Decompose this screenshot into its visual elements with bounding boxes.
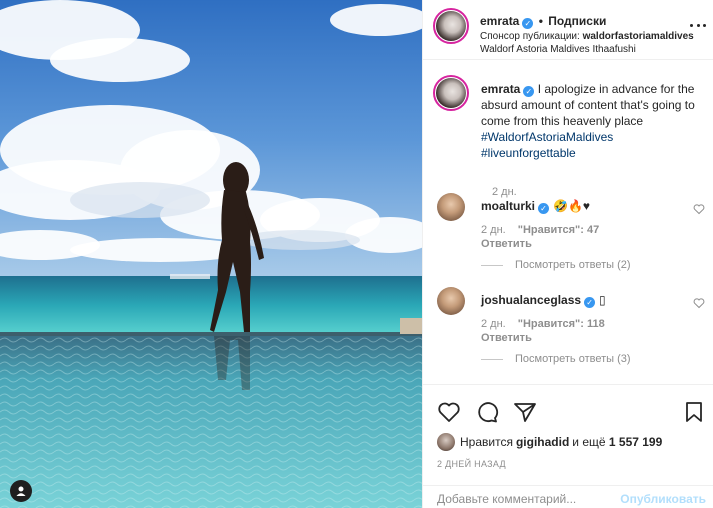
view-replies-button[interactable]: Посмотреть ответы (3) (481, 353, 631, 365)
commenter-username[interactable]: moalturki (481, 199, 535, 213)
verified-badge-icon: ✓ (538, 203, 550, 214)
post-photo[interactable] (0, 0, 422, 508)
post-date: 2 ДНЕЙ НАЗАД (437, 459, 506, 469)
like-comment-heart-icon[interactable] (693, 203, 705, 215)
dot-separator: • (538, 14, 543, 28)
more-options-icon (690, 23, 693, 27)
comment-timestamp: 2 дн. (481, 224, 506, 236)
comment-likes-count[interactable]: "Нравится": 118 (518, 318, 605, 330)
post-actions: Нравится gigihadid и ещё 1 557 199 2 ДНЕ… (423, 384, 713, 508)
reply-button[interactable]: Ответить (481, 332, 605, 344)
author-avatar[interactable] (433, 8, 469, 44)
more-options-dot (703, 23, 706, 27)
comment-timestamp: 2 дн. (481, 318, 506, 330)
view-replies-label: Посмотреть ответы (3) (515, 353, 631, 365)
comment-meta: 2 дн. "Нравится": 118 Ответить (481, 318, 605, 344)
comment-meta: 2 дн. "Нравится": 47 Ответить (481, 224, 599, 250)
hashtag-link[interactable]: #liveunforgettable (481, 146, 576, 160)
verified-badge-icon: ✓ (523, 86, 535, 97)
comment-text: moalturki ✓ 🤣🔥♥ (481, 199, 590, 214)
view-replies-label: Посмотреть ответы (2) (515, 259, 631, 271)
likes-summary: Нравится gigihadid и ещё 1 557 199 (437, 433, 662, 451)
share-send-icon[interactable] (513, 401, 537, 423)
like-heart-icon[interactable] (437, 401, 461, 423)
caption-text: emrata ✓ I apologize in advance for the a… (481, 81, 706, 161)
post-side-panel: emrata ✓ • Подписки Спонсор публикации: w… (422, 0, 713, 508)
tagged-users-button[interactable] (10, 480, 32, 502)
add-comment-bar: Опубликовать (423, 485, 713, 508)
likes-prefix: Нравится (460, 435, 513, 449)
header-user-line: emrata ✓ • Подписки (480, 14, 606, 29)
bookmark-icon (686, 402, 702, 422)
like-comment-heart-icon[interactable] (693, 297, 705, 309)
comment-text: joshualanceglass ✓ ▯ (481, 293, 606, 308)
commenter-avatar[interactable] (437, 193, 465, 221)
sponsor-link[interactable]: waldorfastoriamaldives (583, 31, 694, 42)
liker-avatar[interactable] (437, 433, 455, 451)
publish-comment-button[interactable]: Опубликовать (620, 492, 706, 506)
hashtag-link[interactable]: #WaldorfAstoriaMaldives (481, 130, 613, 144)
replies-divider (481, 264, 503, 266)
author-username[interactable]: emrata (480, 14, 519, 28)
save-bookmark-button[interactable] (684, 401, 704, 423)
caption-avatar[interactable] (433, 75, 469, 111)
action-icons-row (437, 401, 537, 423)
sponsor-line: Спонсор публикации: waldorfastoriamaldiv… (480, 31, 694, 42)
comment-likes-count[interactable]: "Нравится": 47 (518, 224, 599, 236)
caption-timestamp: 2 дн. (492, 186, 517, 198)
location-link[interactable]: Waldorf Astoria Maldives Ithaafushi (480, 44, 636, 55)
post-header: emrata ✓ • Подписки Спонсор публикации: w… (423, 0, 713, 60)
commenter-username[interactable]: joshualanceglass (481, 293, 581, 307)
comment-bubble-icon[interactable] (475, 401, 499, 423)
comments-list[interactable]: emrata ✓ I apologize in advance for the a… (423, 61, 713, 383)
comment-body: 🤣🔥♥ (553, 199, 591, 213)
comment-body: ▯ (599, 293, 606, 307)
comment-input[interactable] (437, 492, 617, 506)
reply-button[interactable]: Ответить (481, 238, 599, 250)
liker-username[interactable]: gigihadid (516, 435, 569, 449)
commenter-avatar[interactable] (437, 287, 465, 315)
verified-badge-icon: ✓ (522, 18, 534, 29)
likes-count-link[interactable]: 1 557 199 (609, 435, 662, 449)
user-tag-icon (16, 486, 26, 496)
view-replies-button[interactable]: Посмотреть ответы (2) (481, 259, 631, 271)
beach-photo-image (0, 0, 422, 508)
follow-button[interactable]: Подписки (548, 14, 606, 28)
caption-username[interactable]: emrata (481, 82, 520, 96)
more-options-dot (696, 23, 700, 27)
sponsor-label: Спонсор публикации: (480, 31, 580, 42)
more-options-button[interactable] (690, 20, 706, 30)
likes-middle: и ещё (572, 435, 606, 449)
replies-divider (481, 358, 503, 360)
verified-badge-icon: ✓ (584, 297, 596, 308)
